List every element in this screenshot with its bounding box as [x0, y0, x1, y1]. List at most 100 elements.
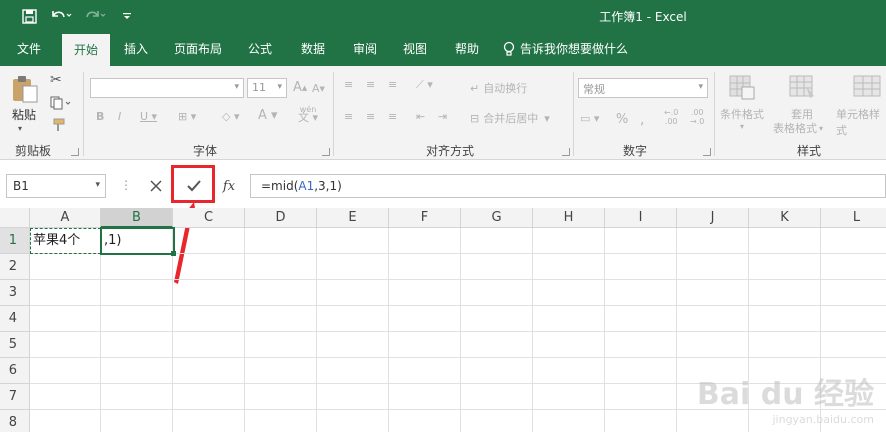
cell-l4[interactable]: [821, 306, 886, 332]
font-color-icon[interactable]: A ▾: [258, 108, 278, 123]
cell-d8[interactable]: [245, 410, 317, 432]
tab-page-layout[interactable]: 页面布局: [168, 32, 228, 66]
column-header-e[interactable]: E: [317, 208, 389, 228]
number-format-combo[interactable]: 常规 ▾: [578, 78, 708, 98]
cell-e2[interactable]: [317, 254, 389, 280]
cell-c5[interactable]: [173, 332, 245, 358]
cell-c7[interactable]: [173, 384, 245, 410]
cell-j3[interactable]: [677, 280, 749, 306]
cell-g7[interactable]: [461, 384, 533, 410]
italic-icon[interactable]: I: [118, 110, 121, 123]
cut-icon[interactable]: ✂: [50, 72, 62, 88]
paste-dropdown-icon[interactable]: ▾: [18, 124, 22, 133]
column-header-h[interactable]: H: [533, 208, 605, 228]
alignment-launcher-icon[interactable]: [562, 148, 570, 156]
tab-help[interactable]: 帮助: [446, 32, 488, 66]
cell-b3[interactable]: [101, 280, 173, 306]
tab-review[interactable]: 审阅: [344, 32, 386, 66]
increase-indent-icon[interactable]: ⇥: [438, 110, 447, 123]
percent-icon[interactable]: %: [616, 112, 628, 127]
cancel-button[interactable]: [138, 174, 174, 198]
copy-icon[interactable]: [50, 96, 72, 110]
cell-c8[interactable]: [173, 410, 245, 432]
cell-e7[interactable]: [317, 384, 389, 410]
cell-b5[interactable]: [101, 332, 173, 358]
cell-j5[interactable]: [677, 332, 749, 358]
cell-d5[interactable]: [245, 332, 317, 358]
conditional-format-dropdown-icon[interactable]: ▾: [740, 122, 744, 131]
column-header-l[interactable]: L: [821, 208, 886, 228]
cell-c3[interactable]: [173, 280, 245, 306]
cell-k3[interactable]: [749, 280, 821, 306]
cell-i7[interactable]: [605, 384, 677, 410]
cell-styles-button[interactable]: 单元格样式: [836, 106, 886, 138]
fill-handle[interactable]: [171, 251, 176, 256]
font-launcher-icon[interactable]: [322, 148, 330, 156]
cell-c2[interactable]: [173, 254, 245, 280]
cell-h7[interactable]: [533, 384, 605, 410]
cell-f7[interactable]: [389, 384, 461, 410]
align-left-icon[interactable]: ≡: [344, 110, 353, 123]
increase-decimal-icon[interactable]: ←.0.00: [664, 108, 678, 126]
cell-g8[interactable]: [461, 410, 533, 432]
cell-a6[interactable]: [30, 358, 101, 384]
row-header-1[interactable]: 1: [0, 228, 30, 254]
cell-i8[interactable]: [605, 410, 677, 432]
column-header-j[interactable]: J: [677, 208, 749, 228]
row-header-7[interactable]: 7: [0, 384, 30, 410]
tab-file[interactable]: 文件: [8, 32, 50, 66]
cell-i5[interactable]: [605, 332, 677, 358]
column-header-i[interactable]: I: [605, 208, 677, 228]
format-as-table-button[interactable]: 表格格式 ▾: [773, 120, 823, 136]
increase-font-icon[interactable]: A ▲: [293, 80, 307, 95]
cell-e1[interactable]: [317, 228, 389, 254]
select-all-corner[interactable]: [0, 208, 30, 228]
cell-l3[interactable]: [821, 280, 886, 306]
conditional-format-button[interactable]: 条件格式: [720, 106, 764, 122]
cell-f1[interactable]: [389, 228, 461, 254]
decrease-indent-icon[interactable]: ⇤: [416, 110, 425, 123]
tab-formulas[interactable]: 公式: [240, 32, 280, 66]
cell-b4[interactable]: [101, 306, 173, 332]
cell-d3[interactable]: [245, 280, 317, 306]
cell-g6[interactable]: [461, 358, 533, 384]
cell-b6[interactable]: [101, 358, 173, 384]
paste-icon[interactable]: [10, 74, 44, 104]
cell-j4[interactable]: [677, 306, 749, 332]
column-header-k[interactable]: K: [749, 208, 821, 228]
cell-d7[interactable]: [245, 384, 317, 410]
cell-styles-icon[interactable]: [852, 74, 882, 100]
row-header-8[interactable]: 8: [0, 410, 30, 432]
cell-b2[interactable]: [101, 254, 173, 280]
row-header-2[interactable]: 2: [0, 254, 30, 280]
cell-c1[interactable]: [173, 228, 245, 254]
cell-k1[interactable]: [749, 228, 821, 254]
cell-e3[interactable]: [317, 280, 389, 306]
cell-f4[interactable]: [389, 306, 461, 332]
number-launcher-icon[interactable]: [703, 148, 711, 156]
column-header-d[interactable]: D: [245, 208, 317, 228]
name-box[interactable]: B1 ▾: [6, 174, 106, 198]
cell-k4[interactable]: [749, 306, 821, 332]
cell-g4[interactable]: [461, 306, 533, 332]
column-header-c[interactable]: C: [173, 208, 245, 228]
paste-button-label[interactable]: 粘贴: [12, 106, 36, 123]
cell-h8[interactable]: [533, 410, 605, 432]
cell-f5[interactable]: [389, 332, 461, 358]
format-as-table-icon[interactable]: [788, 74, 816, 100]
cell-a3[interactable]: [30, 280, 101, 306]
cell-k2[interactable]: [749, 254, 821, 280]
decrease-font-icon[interactable]: A ▼: [312, 82, 325, 95]
cell-a8[interactable]: [30, 410, 101, 432]
cell-j2[interactable]: [677, 254, 749, 280]
cell-d1[interactable]: [245, 228, 317, 254]
column-header-b[interactable]: B: [101, 208, 173, 228]
orientation-icon[interactable]: ⟋ ▾: [416, 78, 433, 92]
cell-g3[interactable]: [461, 280, 533, 306]
row-header-4[interactable]: 4: [0, 306, 30, 332]
cell-h5[interactable]: [533, 332, 605, 358]
merge-center-button[interactable]: ⊟ 合并后居中 ▾: [470, 110, 550, 126]
cell-f8[interactable]: [389, 410, 461, 432]
bold-icon[interactable]: B: [96, 110, 104, 123]
cell-k5[interactable]: [749, 332, 821, 358]
